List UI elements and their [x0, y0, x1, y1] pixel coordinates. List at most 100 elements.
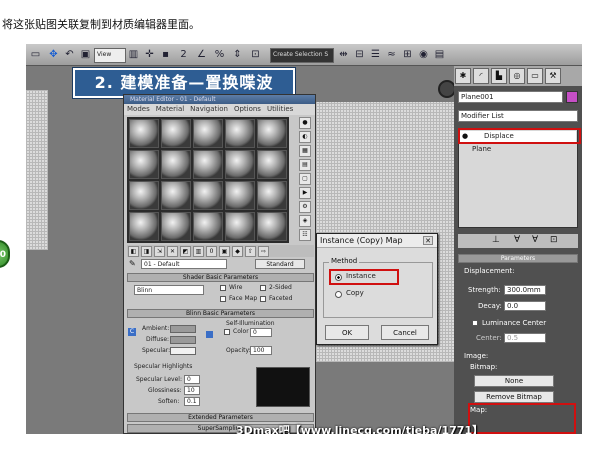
- backlight-icon[interactable]: ◐: [299, 131, 311, 143]
- sample-slot[interactable]: [225, 212, 255, 241]
- render-setup-icon[interactable]: ▤: [432, 47, 447, 62]
- glossiness-spinner[interactable]: 10: [184, 386, 200, 395]
- menu-utilities[interactable]: Utilities: [267, 105, 293, 113]
- named-selection-icon[interactable]: ⊡: [248, 47, 263, 62]
- select-link-icon[interactable]: ▪: [158, 47, 173, 62]
- faceted-checkbox[interactable]: [260, 296, 266, 302]
- sample-slot[interactable]: [257, 181, 287, 210]
- menu-modes[interactable]: Modes: [127, 105, 150, 113]
- undo-icon[interactable]: ↶: [62, 47, 77, 62]
- make-unique-icon[interactable]: ◩: [180, 246, 191, 257]
- select-object-icon[interactable]: ▭: [28, 47, 43, 62]
- pin-stack-icon[interactable]: ⊥: [492, 235, 500, 245]
- pivot-icon[interactable]: ▥: [126, 47, 141, 62]
- blinn-rollout-header[interactable]: Blinn Basic Parameters: [127, 309, 314, 318]
- ambient-swatch[interactable]: [170, 325, 196, 333]
- lock-icon[interactable]: C: [128, 328, 136, 336]
- sample-slot[interactable]: [129, 150, 159, 179]
- curve-editor-icon[interactable]: ≈: [384, 47, 399, 62]
- map-navigator-icon[interactable]: ☷: [299, 229, 311, 241]
- wire-checkbox[interactable]: [220, 285, 226, 291]
- motion-tab-icon[interactable]: ◎: [509, 68, 525, 84]
- selection-set-dropdown[interactable]: Create Selection S: [270, 48, 334, 63]
- make-preview-icon[interactable]: ▶: [299, 187, 311, 199]
- mirror-icon[interactable]: ⇹: [336, 47, 351, 62]
- layer-icon[interactable]: ☰: [368, 47, 383, 62]
- specular-swatch[interactable]: [170, 347, 196, 355]
- percent-snap-icon[interactable]: %: [212, 47, 227, 62]
- sample-slot[interactable]: [257, 119, 287, 148]
- remove-bitmap-button[interactable]: Remove Bitmap: [474, 391, 554, 403]
- show-end-result-stack-icon[interactable]: ∀: [514, 235, 520, 245]
- copy-radio[interactable]: [335, 291, 342, 298]
- sample-slot[interactable]: [129, 119, 159, 148]
- sample-slot[interactable]: [225, 150, 255, 179]
- color-checkbox[interactable]: [224, 329, 230, 335]
- sample-slot[interactable]: [225, 119, 255, 148]
- sample-slot[interactable]: [129, 181, 159, 210]
- hierarchy-tab-icon[interactable]: ▙: [491, 68, 507, 84]
- utilities-tab-icon[interactable]: ⚒: [545, 68, 561, 84]
- color-spinner[interactable]: 0: [250, 328, 272, 337]
- menu-options[interactable]: Options: [234, 105, 261, 113]
- go-parent-icon[interactable]: ⇧: [245, 246, 256, 257]
- close-icon[interactable]: ✕: [423, 236, 433, 245]
- menu-navigation[interactable]: Navigation: [190, 105, 228, 113]
- extended-rollout-header[interactable]: Extended Parameters: [127, 413, 314, 422]
- cancel-button[interactable]: Cancel: [381, 325, 429, 340]
- select-by-material-icon[interactable]: ◈: [299, 215, 311, 227]
- object-name-field[interactable]: Plane001: [458, 91, 563, 103]
- decay-spinner[interactable]: 0.0: [504, 301, 546, 311]
- sample-slot[interactable]: [257, 212, 287, 241]
- eyedropper-icon[interactable]: ✎: [129, 259, 136, 268]
- object-color-swatch[interactable]: [566, 91, 578, 103]
- menu-material[interactable]: Material: [156, 105, 184, 113]
- instance-radio[interactable]: [335, 274, 342, 281]
- ok-button[interactable]: OK: [325, 325, 369, 340]
- align-icon[interactable]: ⊟: [352, 47, 367, 62]
- angle-snap-icon[interactable]: ∠: [194, 47, 209, 62]
- face-map-checkbox[interactable]: [220, 296, 226, 302]
- map-lock-icon[interactable]: [206, 331, 213, 338]
- sample-slot[interactable]: [161, 212, 191, 241]
- opacity-spinner[interactable]: 100: [250, 346, 272, 355]
- sample-slot[interactable]: [129, 212, 159, 241]
- video-check-icon[interactable]: ▢: [299, 173, 311, 185]
- material-name-field[interactable]: 01 - Default: [141, 259, 227, 269]
- specular-level-spinner[interactable]: 0: [184, 375, 200, 384]
- material-type-button[interactable]: Standard: [255, 259, 305, 269]
- spinner-snap-icon[interactable]: ⇕: [230, 47, 245, 62]
- material-editor-icon[interactable]: ◉: [416, 47, 431, 62]
- go-sibling-icon[interactable]: ⇨: [258, 246, 269, 257]
- sample-slot[interactable]: [193, 181, 223, 210]
- view-dropdown[interactable]: View: [94, 48, 126, 63]
- sample-slot[interactable]: [257, 150, 287, 179]
- put-to-library-icon[interactable]: ▥: [193, 246, 204, 257]
- make-unique-stack-icon[interactable]: ∀: [532, 235, 538, 245]
- sample-slot[interactable]: [193, 212, 223, 241]
- sample-slot[interactable]: [225, 181, 255, 210]
- luminance-center-checkbox[interactable]: [472, 320, 478, 326]
- assign-material-icon[interactable]: ⇲: [154, 246, 165, 257]
- schematic-icon[interactable]: ⊞: [400, 47, 415, 62]
- select-region-icon[interactable]: ▣: [78, 47, 93, 62]
- put-to-scene-icon[interactable]: ◨: [141, 246, 152, 257]
- background-icon[interactable]: ▦: [299, 145, 311, 157]
- center-spinner[interactable]: 0.5: [504, 333, 546, 343]
- remove-modifier-icon[interactable]: ⊡: [550, 235, 558, 245]
- sample-slot[interactable]: [161, 181, 191, 210]
- sample-slot[interactable]: [193, 119, 223, 148]
- bitmap-none-button[interactable]: None: [474, 375, 554, 387]
- sample-slot[interactable]: [161, 150, 191, 179]
- snap-icon[interactable]: 2: [176, 47, 191, 62]
- strength-spinner[interactable]: 300.0mm: [504, 285, 546, 295]
- create-tab-icon[interactable]: ✱: [455, 68, 471, 84]
- modifier-list-dropdown[interactable]: Modifier List: [458, 110, 578, 122]
- material-id-icon[interactable]: 0: [206, 246, 217, 257]
- two-sided-checkbox[interactable]: [260, 285, 266, 291]
- get-material-icon[interactable]: ◧: [128, 246, 139, 257]
- sample-slot[interactable]: [193, 150, 223, 179]
- display-tab-icon[interactable]: ▭: [527, 68, 543, 84]
- uv-tiling-icon[interactable]: ▤: [299, 159, 311, 171]
- show-map-icon[interactable]: ▣: [219, 246, 230, 257]
